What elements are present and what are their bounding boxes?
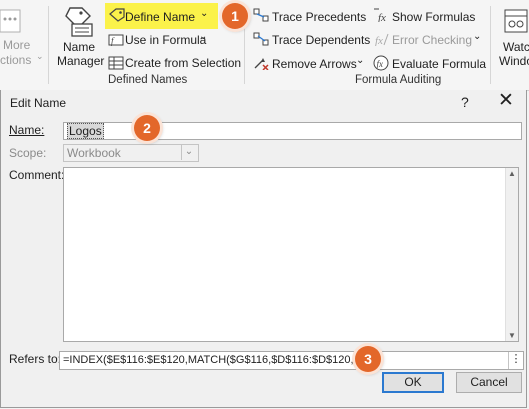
remove-arrows-icon — [254, 58, 269, 70]
show-formulas-label: Show Formulas — [392, 10, 476, 24]
step-callout-1: 1 — [222, 3, 248, 29]
close-icon[interactable]: ✕ — [498, 91, 514, 111]
name-input[interactable]: Logos — [63, 122, 522, 140]
step-callout-2: 2 — [134, 115, 160, 141]
name-manager-label-1: Name — [63, 40, 96, 54]
trace-dependents-label: Trace Dependents — [272, 33, 371, 47]
refers-to-value: =INDEX($E$116:$E$120,MATCH($G$116,$D$116… — [63, 354, 367, 366]
create-from-selection-icon — [108, 56, 124, 70]
create-from-selection-label: Create from Selection — [125, 56, 242, 70]
cancel-button[interactable]: Cancel — [456, 372, 522, 393]
watch-window-label-2: Windo — [499, 54, 529, 68]
step-callout-3: 3 — [355, 346, 381, 372]
scope-label: Scope: — [9, 146, 47, 160]
name-input-value: Logos — [67, 123, 104, 139]
remove-arrows-chevron-icon: ⌄ — [356, 55, 365, 66]
use-in-formula-chevron-icon: ⌄ — [199, 31, 208, 42]
scroll-up-icon[interactable]: ▲ — [508, 169, 516, 178]
remove-arrows-label: Remove Arrows — [272, 57, 357, 71]
error-checking-label: Error Checking — [392, 33, 473, 47]
formula-auditing-group-label: Formula Auditing — [355, 74, 442, 86]
comment-label: Comment: — [9, 168, 65, 182]
ok-button[interactable]: OK — [382, 372, 444, 393]
name-manager-icon — [65, 7, 93, 37]
svg-text:fx: fx — [377, 59, 384, 69]
trace-precedents-label: Trace Precedents — [272, 10, 367, 24]
more-functions-icon — [0, 9, 21, 33]
use-in-formula-label: Use in Formula — [125, 33, 207, 47]
evaluate-formula-label: Evaluate Formula — [392, 57, 487, 71]
ribbon-separator — [490, 6, 491, 84]
comment-scrollbar[interactable]: ▲ ▼ — [505, 168, 518, 341]
comment-textarea[interactable]: ▲ ▼ — [63, 167, 519, 342]
scope-chevron-icon: ⌄ — [181, 145, 196, 160]
scope-select[interactable]: Workbook ⌄ — [63, 144, 199, 162]
error-checking-icon: fx — [375, 33, 389, 46]
edit-name-dialog: Edit Name ? ✕ Name: Logos Scope: Workboo… — [0, 90, 527, 408]
show-formulas-icon: fx — [374, 8, 386, 22]
more-functions-label-1: More — [3, 38, 31, 52]
more-functions-label-2: ctions — [0, 53, 32, 67]
evaluate-formula-icon: fx — [373, 55, 389, 71]
defined-names-group-label: Defined Names — [108, 74, 188, 86]
name-manager-label-2: Manager — [57, 54, 105, 68]
watch-window-label-1: Watch — [503, 40, 529, 54]
collapse-dialog-icon[interactable]: ⋮ — [508, 352, 523, 369]
scroll-down-icon[interactable]: ▼ — [508, 331, 516, 340]
define-name-label: Define Name — [125, 10, 196, 24]
define-name-button[interactable]: Define Name ⌄ — [105, 3, 218, 29]
ribbon-separator — [48, 6, 49, 84]
watch-window-icon — [504, 9, 528, 33]
svg-text:fx: fx — [375, 35, 383, 46]
trace-dependents-icon — [253, 32, 269, 46]
svg-text:fx: fx — [378, 12, 386, 22]
help-button[interactable]: ? — [461, 94, 469, 110]
tag-icon — [109, 8, 125, 22]
ribbon: More ctions ⌄ Name Manager Define Name ⌄… — [0, 0, 529, 91]
scope-value: Workbook — [67, 146, 121, 160]
trace-precedents-icon — [253, 8, 269, 22]
more-functions-chevron-icon: ⌄ — [36, 51, 44, 61]
refers-to-label: Refers to: — [9, 352, 62, 366]
use-in-formula-icon: f — [108, 34, 124, 46]
error-checking-chevron-icon[interactable]: ⌄ — [473, 31, 481, 42]
dialog-title: Edit Name — [10, 96, 67, 110]
name-field-label: Name: — [9, 123, 44, 137]
define-name-chevron-icon: ⌄ — [200, 8, 209, 19]
refers-to-input[interactable]: =INDEX($E$116:$E$120,MATCH($G$116,$D$116… — [59, 351, 524, 370]
name-label-text: Name: — [9, 123, 45, 137]
